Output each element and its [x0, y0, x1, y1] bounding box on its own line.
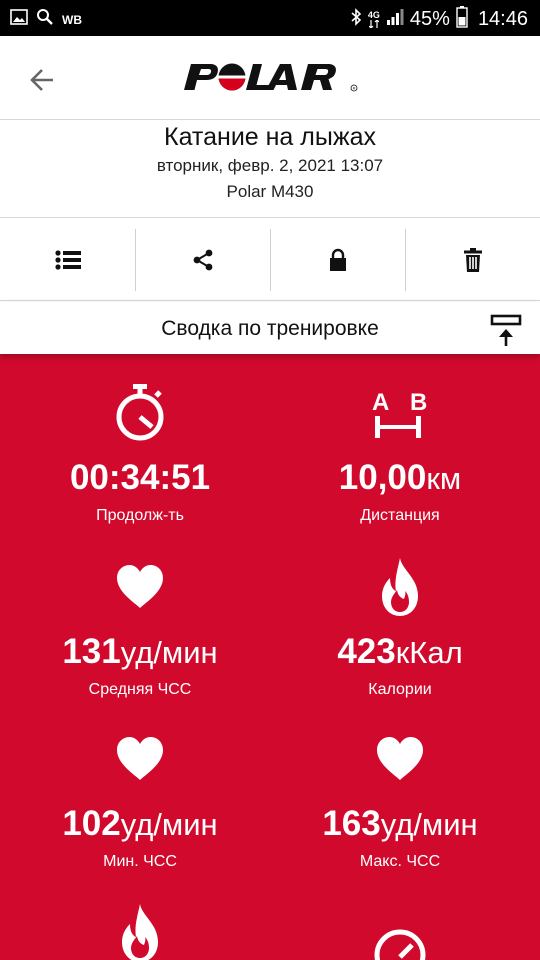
- session-datetime: вторник, февр. 2, 2021 13:07: [156, 156, 384, 175]
- share-button[interactable]: [135, 219, 270, 301]
- carrier-label: WB: [62, 12, 82, 27]
- clock: 14:46: [477, 8, 528, 30]
- sport-title: Катание на лыжах: [164, 123, 376, 151]
- flame-icon: [122, 904, 158, 960]
- distance-label: Дистанция: [360, 507, 440, 524]
- lock-icon: [329, 248, 346, 271]
- max-hr-value: 163: [322, 804, 381, 843]
- avg-hr-unit: уд/мин: [120, 635, 218, 670]
- stat-distance: A B 10,00км Дистанция: [265, 382, 535, 525]
- duration-value: 00:34:51: [69, 458, 211, 497]
- stat-partial-gauge: [265, 924, 535, 960]
- min-hr-value: 102: [62, 804, 121, 843]
- search-notification-icon: [36, 8, 54, 31]
- stat-avg-hr: 131уд/мин Средняя ЧСС: [5, 556, 275, 699]
- session-toolbar: [0, 219, 540, 301]
- delete-button[interactable]: [405, 219, 540, 301]
- duration-label: Продолж-ть: [96, 507, 184, 524]
- network-type: 4G: [367, 10, 380, 20]
- heart-icon: [117, 565, 163, 608]
- collapse-button[interactable]: [490, 314, 524, 348]
- min-hr-label: Мин. ЧСС: [103, 853, 177, 870]
- app-bar: R POLAR: [0, 36, 540, 120]
- logo-text: POLAR: [0, 36, 1, 37]
- distance-ab-icon: A B: [372, 389, 427, 438]
- details-button[interactable]: [0, 219, 135, 301]
- flame-icon: [382, 558, 418, 616]
- max-hr-label: Макс. ЧСС: [359, 853, 441, 870]
- svg-text:A: A: [372, 389, 389, 416]
- distance-value: 10,00: [338, 458, 427, 497]
- polar-logo: R: [184, 63, 358, 92]
- svg-text:R: R: [353, 86, 356, 91]
- status-bar: WB 4G 45% 14:46: [0, 0, 540, 36]
- svg-text:B: B: [410, 389, 427, 416]
- signal-icon: [386, 8, 404, 31]
- avg-hr-label: Средняя ЧСС: [88, 681, 192, 698]
- max-hr-unit: уд/мин: [380, 807, 478, 842]
- stopwatch-icon: [116, 384, 164, 441]
- arrow-left-icon: [30, 69, 53, 91]
- stat-min-hr: 102уд/мин Мин. ЧСС: [5, 728, 275, 871]
- device-name: Polar M430: [226, 182, 314, 201]
- distance-unit: км: [426, 461, 462, 496]
- stat-max-hr: 163уд/мин Макс. ЧСС: [265, 728, 535, 871]
- bluetooth-icon: [350, 8, 362, 31]
- battery-percent: 45%: [409, 8, 450, 30]
- battery-icon: [456, 6, 468, 33]
- privacy-button[interactable]: [270, 219, 405, 301]
- summary-header: Сводка по тренировке: [0, 302, 540, 354]
- collapse-up-icon: [490, 314, 522, 346]
- session-header: Катание на лыжах вторник, февр. 2, 2021 …: [0, 121, 540, 218]
- summary-title: Сводка по тренировке: [161, 317, 379, 340]
- min-hr-unit: уд/мин: [120, 807, 218, 842]
- list-icon: [54, 250, 81, 270]
- calories-unit: кКал: [395, 635, 463, 670]
- heart-icon: [117, 737, 163, 780]
- back-button[interactable]: [22, 60, 62, 100]
- avg-hr-value: 131: [62, 632, 121, 671]
- summary-stats: 00:34:51 Продолж-ть A B 10,00км Дистанци…: [0, 354, 540, 960]
- stat-partial-flame: [5, 902, 275, 960]
- trash-icon: [463, 248, 482, 272]
- stat-calories: 423кКал Калории: [265, 556, 535, 699]
- heart-icon: [377, 737, 423, 780]
- gallery-notification-icon: [10, 9, 28, 30]
- speedometer-icon: [374, 929, 426, 960]
- calories-value: 423: [337, 632, 396, 671]
- share-icon: [193, 249, 212, 271]
- network-indicator: 4G: [368, 11, 380, 28]
- stat-duration: 00:34:51 Продолж-ть: [5, 382, 275, 525]
- calories-label: Калории: [368, 681, 432, 698]
